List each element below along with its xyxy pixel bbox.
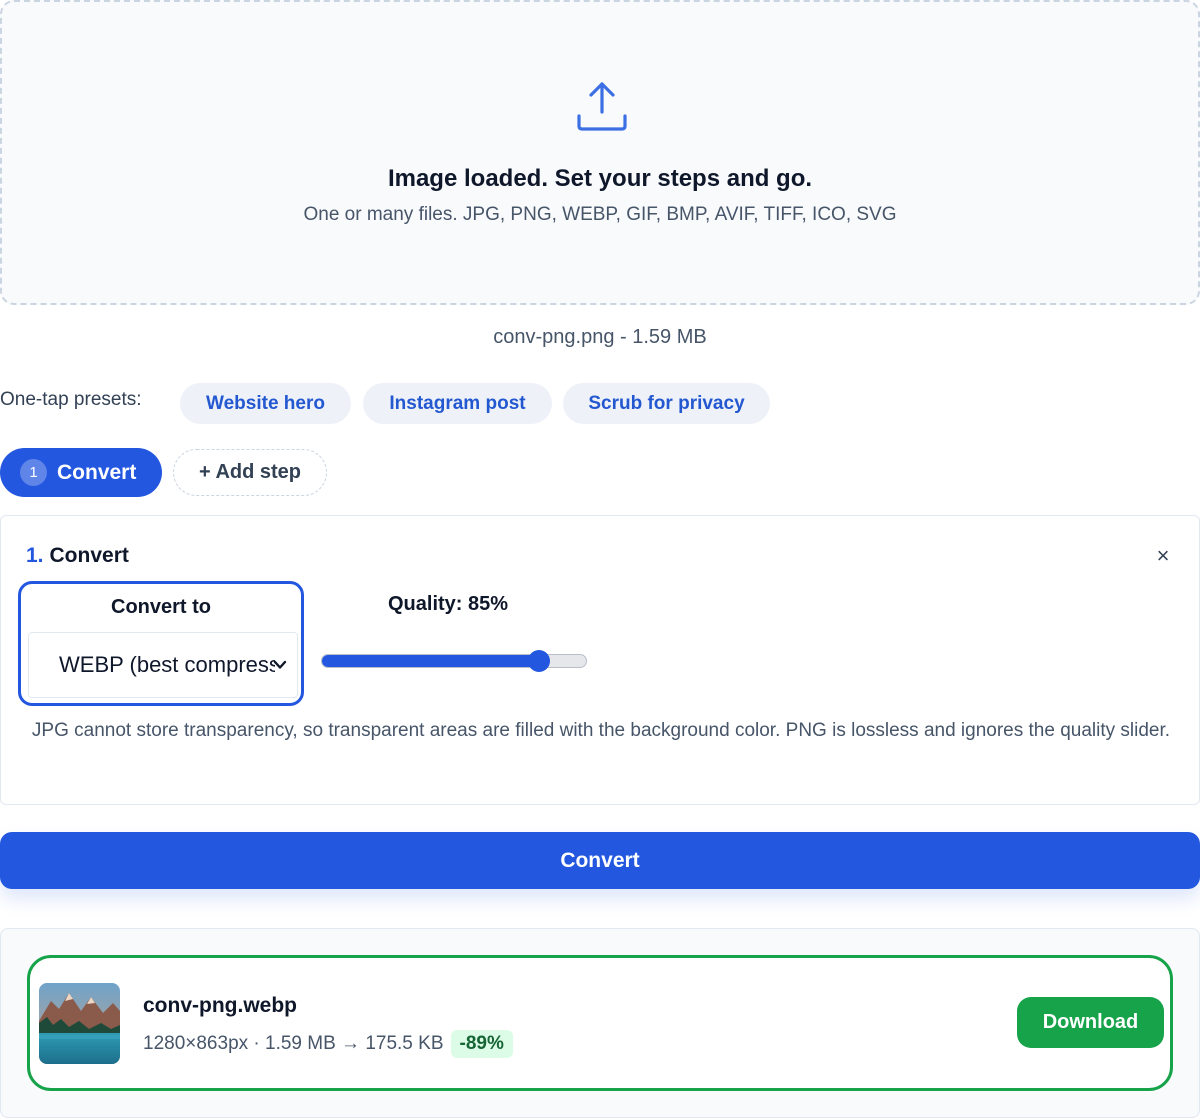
dropzone-subtitle: One or many files. JPG, PNG, WEBP, GIF, … xyxy=(303,204,897,225)
result-meta-text: 1280×863px · 1.59 MB → 175.5 KB xyxy=(143,1033,444,1054)
quality-slider-thumb[interactable] xyxy=(527,650,550,672)
result-meta: 1280×863px · 1.59 MB → 175.5 KB -89% xyxy=(143,1030,513,1058)
quality-slider[interactable] xyxy=(321,650,587,672)
step-number-badge: 1 xyxy=(20,459,47,486)
format-select-value: WEBP (best compression) xyxy=(59,652,275,677)
format-select[interactable]: WEBP (best compression) xyxy=(28,632,298,698)
dropzone-title: Image loaded. Set your steps and go. xyxy=(387,165,813,192)
download-button[interactable]: Download xyxy=(1017,997,1164,1048)
result-thumbnail xyxy=(39,983,120,1064)
drop-zone[interactable]: Image loaded. Set your steps and go. One… xyxy=(0,0,1200,305)
savings-badge: -89% xyxy=(450,1030,513,1058)
presets-label: One-tap presets: xyxy=(0,389,142,410)
upload-icon xyxy=(577,82,627,131)
preset-website-hero[interactable]: Website hero xyxy=(180,383,351,424)
convert-to-group: Convert to WEBP (best compression) xyxy=(18,581,304,706)
step-card-title: 1. Convert xyxy=(26,544,129,568)
step-card-number: 1. xyxy=(26,544,44,567)
quality-slider-fill xyxy=(322,655,539,667)
step-card-convert: 1. Convert × Convert to WEBP (best compre… xyxy=(0,515,1200,805)
step-tab-label: Convert xyxy=(57,460,137,484)
result-filename: conv-png.webp xyxy=(143,994,297,1017)
format-help-note: JPG cannot store transparency, so transp… xyxy=(31,720,1171,741)
preset-instagram-post[interactable]: Instagram post xyxy=(363,383,552,424)
convert-to-label: Convert to xyxy=(111,596,211,618)
step-tab-convert[interactable]: 1 Convert xyxy=(0,448,162,497)
add-step-button[interactable]: + Add step xyxy=(173,449,327,496)
chevron-down-icon xyxy=(273,660,287,669)
step-card-title-text: Convert xyxy=(49,544,129,567)
convert-button[interactable]: Convert xyxy=(0,832,1200,889)
loaded-file-info: conv-png.png - 1.59 MB xyxy=(493,326,707,348)
preset-scrub-privacy[interactable]: Scrub for privacy xyxy=(563,383,770,424)
quality-label: Quality: 85% xyxy=(388,593,509,615)
remove-step-button[interactable]: × xyxy=(1149,542,1177,570)
result-card: conv-png.webp 1280×863px · 1.59 MB → 175… xyxy=(27,955,1173,1091)
